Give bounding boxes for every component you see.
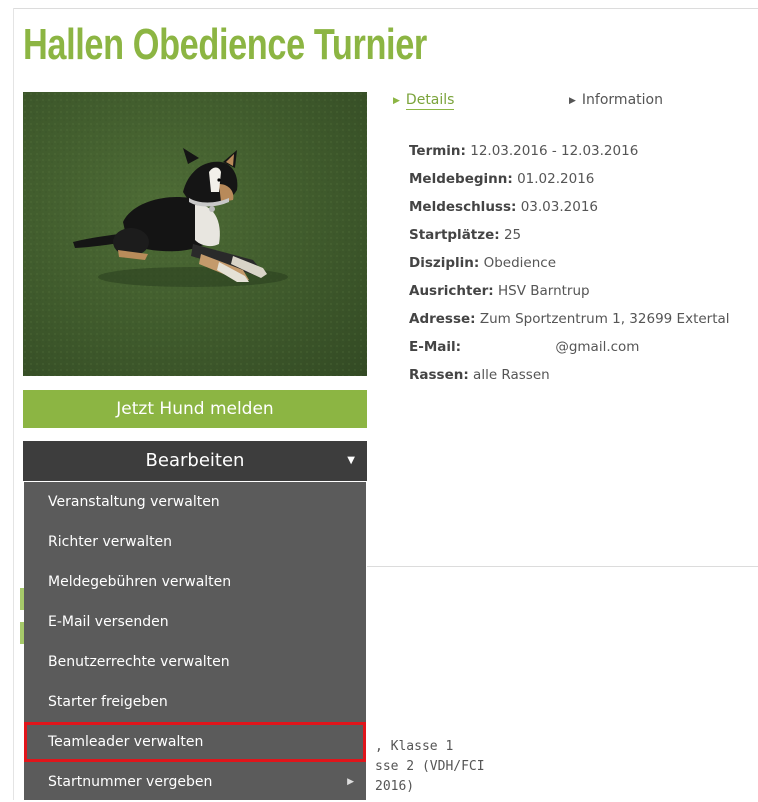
obscured-text-line: , Klasse 1 [375, 739, 454, 754]
detail-adresse: Adresse: Zum Sportzentrum 1, 32699 Exter… [409, 311, 730, 327]
obscured-text-line: sse 2 (VDH/FCI [375, 759, 485, 774]
tab-label: Details [405, 92, 455, 110]
left-border [13, 8, 14, 800]
menu-item-benutzerrechte-verwalten[interactable]: Benutzerrechte verwalten [24, 642, 366, 682]
detail-rassen: Rassen: alle Rassen [409, 367, 550, 383]
menu-item-veranstaltung-verwalten[interactable]: Veranstaltung verwalten [24, 482, 366, 522]
edit-dropdown-menu: Veranstaltung verwalten Richter verwalte… [24, 482, 366, 800]
section-divider [367, 566, 758, 567]
detail-email: E-Mail: @gmail.com [409, 339, 640, 355]
dog-image [23, 92, 367, 376]
menu-item-richter-verwalten[interactable]: Richter verwalten [24, 522, 366, 562]
triangle-right-icon: ▶ [347, 777, 354, 787]
email-link[interactable]: @gmail.com [555, 339, 639, 355]
tab-details[interactable]: ▶ Details [393, 90, 455, 112]
tab-information[interactable]: ▶ Information [569, 90, 663, 112]
menu-item-startnummer-vergeben[interactable]: Startnummer vergeben ▶ [24, 762, 366, 802]
obscured-accent [20, 588, 24, 610]
detail-ausrichter: Ausrichter: HSV Barntrup [409, 283, 590, 299]
page-title: Hallen Obedience Turnier [23, 20, 427, 69]
tab-label: Information [581, 92, 663, 108]
menu-item-starter-freigeben[interactable]: Starter freigeben [24, 682, 366, 722]
detail-termin: Termin: 12.03.2016 - 12.03.2016 [409, 143, 639, 159]
detail-meldebeginn: Meldebeginn: 01.02.2016 [409, 171, 595, 187]
event-photo [23, 92, 367, 376]
obscured-text-line: 2016) [375, 779, 415, 794]
edit-button-label: Bearbeiten [145, 450, 245, 471]
triangle-right-icon: ▶ [393, 96, 400, 106]
detail-disziplin: Disziplin: Obedience [409, 255, 557, 271]
detail-meldeschluss: Meldeschluss: 03.03.2016 [409, 199, 598, 215]
register-dog-button[interactable]: Jetzt Hund melden [23, 390, 367, 428]
edit-dropdown-button[interactable]: Bearbeiten ▼ [23, 441, 367, 481]
triangle-right-icon: ▶ [569, 96, 576, 106]
caret-down-icon: ▼ [347, 455, 355, 466]
obscured-accent [20, 622, 24, 644]
menu-item-label: Startnummer vergeben [48, 774, 213, 790]
menu-item-teamleader-verwalten[interactable]: Teamleader verwalten [24, 722, 366, 762]
detail-startplaetze: Startplätze: 25 [409, 227, 522, 243]
menu-item-meldegebuehren-verwalten[interactable]: Meldegebühren verwalten [24, 562, 366, 602]
top-border [13, 8, 758, 9]
menu-item-email-versenden[interactable]: E-Mail versenden [24, 602, 366, 642]
